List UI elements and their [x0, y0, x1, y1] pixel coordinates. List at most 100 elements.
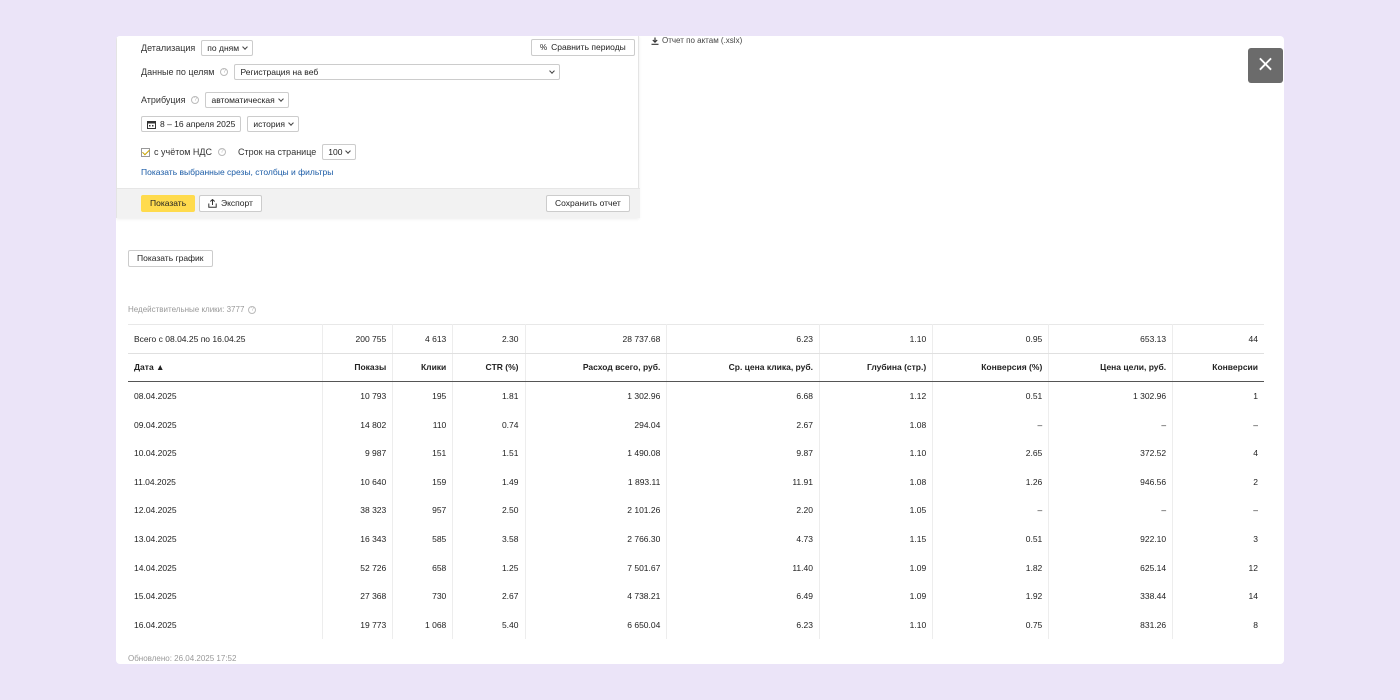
detalization-row: Детализация по дням: [141, 40, 254, 56]
save-report-button[interactable]: Сохранить отчет: [546, 195, 630, 212]
total-cell: 6.23: [666, 324, 820, 354]
column-header[interactable]: Клики: [392, 353, 454, 383]
table-cell: 1.81: [452, 381, 526, 411]
compare-label: Сравнить периоды: [551, 42, 626, 52]
table-cell: 6.68: [666, 381, 820, 411]
close-button[interactable]: ×: [1248, 48, 1283, 83]
table-cell: –: [1253, 505, 1258, 516]
column-header[interactable]: Конверсия (%): [932, 353, 1050, 383]
date-range-picker[interactable]: 8 – 16 апреля 2025: [141, 116, 242, 132]
table-cell: 110: [392, 410, 454, 439]
history-dropdown[interactable]: история: [247, 116, 299, 132]
report-card: Детализация по дням % Сравнить периоды Д…: [116, 36, 1284, 664]
table-cell: 16.04.2025: [128, 610, 323, 640]
help-icon[interactable]: ?: [191, 96, 200, 104]
table-row: 08.04.2025 10 793 195 1.81 1 302.96 6.68 1.12 0…: [128, 381, 1264, 411]
total-cell: 653.13: [1048, 324, 1174, 354]
detalization-label: Детализация: [141, 43, 196, 53]
table-cell: 0.75: [932, 610, 1050, 640]
acts-report-link[interactable]: Отчет по актам (.xslx): [651, 36, 742, 45]
chevron-down-icon: [277, 95, 284, 102]
table-cell: 294.04: [525, 410, 668, 439]
table-cell: 13.04.2025: [128, 524, 323, 554]
help-icon[interactable]: ?: [220, 68, 229, 76]
table-cell: 10.04.2025: [128, 438, 323, 468]
chevron-down-icon: [242, 43, 248, 50]
table-row: 10.04.2025 9 987 151 1.51 1 490.08 9.87 1.10 2.…: [128, 438, 1264, 468]
rows-per-page-value: 100: [328, 147, 343, 157]
table-cell: 372.52: [1048, 438, 1174, 468]
table-cell: 1 302.96: [525, 381, 668, 411]
table-cell: 1.12: [819, 381, 934, 411]
column-header[interactable]: CTR (%): [452, 353, 526, 383]
table-cell: 11.91: [666, 467, 820, 497]
detalization-value: по дням: [207, 43, 240, 53]
table-cell: 1.49: [452, 467, 526, 497]
goals-value: Регистрация на веб: [240, 67, 319, 77]
table-cell: –: [932, 496, 1050, 525]
attribution-dropdown[interactable]: автоматическая: [205, 92, 289, 108]
vat-checkbox[interactable]: [141, 147, 150, 157]
table-cell: –: [932, 410, 1050, 439]
compare-periods-button[interactable]: % Сравнить периоды: [531, 39, 635, 56]
table-cell: 2: [1253, 476, 1258, 487]
table-cell: 11.40: [666, 553, 820, 582]
table-row: 13.04.2025 16 343 585 3.58 2 766.30 4.73 1.15 0…: [128, 524, 1264, 554]
table-cell: 1.05: [819, 496, 934, 525]
goals-row: Данные по целям ? Регистрация на веб: [141, 64, 561, 80]
table-row: 16.04.2025 19 773 1 068 5.40 6 650.04 6.23 1.1…: [128, 610, 1264, 640]
table-cell: 3: [1253, 533, 1258, 544]
detalization-dropdown[interactable]: по дням: [201, 40, 254, 56]
table-cell: –: [1253, 419, 1258, 430]
column-header[interactable]: Глубина (стр.): [819, 353, 934, 383]
table-cell: 957: [392, 496, 454, 525]
table-cell: 10 793: [322, 381, 394, 411]
table-cell: 2.50: [452, 496, 526, 525]
date-row: 8 – 16 апреля 2025 история: [141, 116, 299, 132]
column-header[interactable]: Конверсии: [1172, 353, 1264, 383]
total-cell: 4 613: [392, 324, 454, 354]
table-cell: 2.67: [666, 410, 820, 439]
column-header[interactable]: Ср. цена клика, руб.: [666, 353, 820, 383]
table-cell: 1.92: [932, 581, 1050, 611]
show-chart-button[interactable]: Показать график: [128, 250, 213, 267]
table-cell: –: [1048, 410, 1174, 439]
download-icon: [651, 37, 659, 45]
attribution-row: Атрибуция ? автоматическая: [141, 92, 289, 108]
column-header[interactable]: Показы: [322, 353, 394, 383]
rows-per-page-label: Строк на странице: [238, 147, 317, 157]
updated-text: Обновлено: 26.04.2025 17:52: [128, 654, 237, 663]
updated-row: Обновлено: 26.04.2025 17:52: [128, 654, 236, 663]
export-label: Экспорт: [221, 198, 253, 208]
table-cell: 1.09: [819, 553, 934, 582]
column-header[interactable]: Дата ▲: [128, 353, 323, 383]
table-cell: 12: [1248, 562, 1258, 573]
column-header[interactable]: Цена цели, руб.: [1048, 353, 1174, 383]
table-cell: 2 766.30: [525, 524, 668, 554]
table-cell: 1.08: [819, 467, 934, 497]
table-cell: 08.04.2025: [128, 381, 323, 411]
table-cell: 159: [392, 467, 454, 497]
total-cell: 0.95: [932, 324, 1050, 354]
table-cell: 16 343: [322, 524, 394, 554]
export-button[interactable]: Экспорт: [199, 195, 262, 212]
table-cell: 9 987: [322, 438, 394, 468]
help-icon[interactable]: ?: [248, 305, 257, 314]
help-icon[interactable]: ?: [218, 148, 227, 156]
goals-dropdown[interactable]: Регистрация на веб: [234, 64, 561, 80]
column-header[interactable]: Расход всего, руб.: [525, 353, 668, 383]
show-slices-link[interactable]: Показать выбранные срезы, столбцы и филь…: [141, 167, 333, 177]
attribution-label: Атрибуция: [141, 95, 186, 105]
table-cell: 7 501.67: [525, 553, 668, 582]
table-cell: 585: [392, 524, 454, 554]
table-cell: 14 802: [322, 410, 394, 439]
chevron-down-icon: [549, 67, 556, 74]
rows-per-page-dropdown[interactable]: 100: [322, 144, 357, 160]
invalid-clicks-text: Недействительные клики: 3777: [128, 305, 245, 314]
table-cell: 27 368: [322, 581, 394, 611]
goals-label: Данные по целям: [141, 67, 215, 77]
calendar-icon: [147, 120, 156, 129]
show-button[interactable]: Показать: [141, 195, 196, 212]
table-header-row: Дата ▲ Показы Клики CTR (%) Расход всего, ру…: [128, 353, 1264, 383]
chevron-down-icon: [345, 147, 352, 154]
